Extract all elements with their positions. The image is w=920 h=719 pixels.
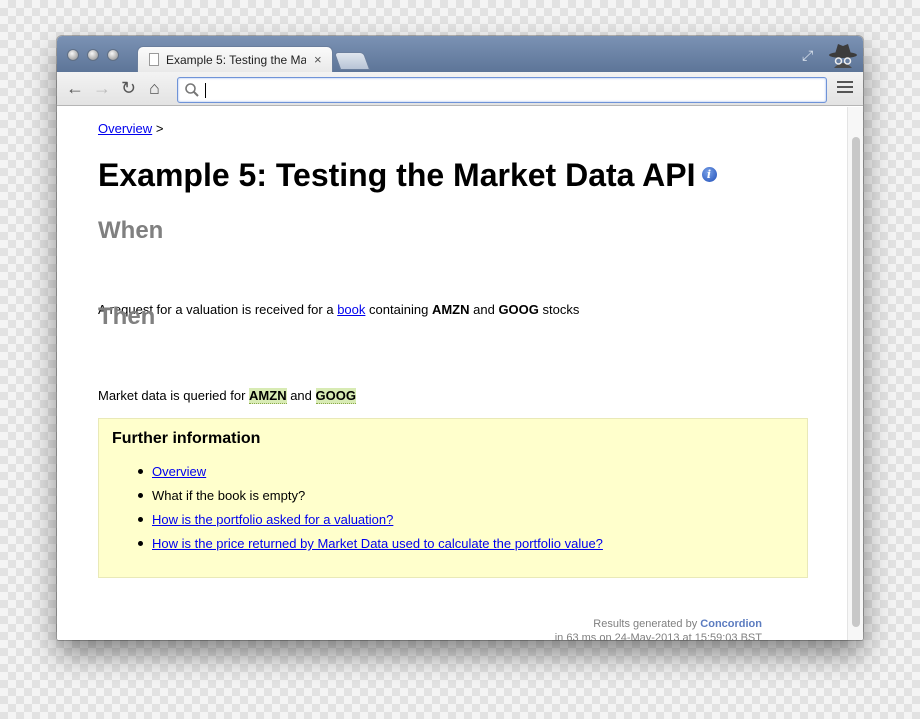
page-title: Example 5: Testing the Market Data API i	[98, 157, 717, 194]
when-paragraph: A request for a valuation is received fo…	[98, 302, 579, 317]
breadcrumb-overview-link[interactable]: Overview	[98, 121, 152, 136]
back-icon[interactable]: ←	[66, 78, 84, 98]
address-bar[interactable]	[177, 77, 827, 103]
then-text: Market data is queried for	[98, 388, 246, 403]
address-input[interactable]	[204, 81, 804, 99]
book-link[interactable]: book	[337, 302, 365, 317]
further-link-valuation[interactable]: How is the portfolio asked for a valuati…	[152, 512, 393, 527]
list-item: What if the book is empty?	[138, 488, 603, 512]
stock-symbol: AMZN	[431, 302, 470, 317]
home-icon[interactable]: ⌂	[149, 78, 160, 98]
when-text: containing	[369, 302, 429, 317]
list-item: How is the portfolio asked for a valuati…	[138, 512, 603, 536]
breadcrumb: Overview >	[98, 121, 163, 136]
menu-icon[interactable]	[837, 81, 853, 95]
then-text: and	[290, 388, 312, 403]
further-information-box: Further information Overview What if the…	[98, 418, 808, 578]
incognito-icon	[829, 44, 857, 68]
when-heading: When	[98, 217, 164, 244]
further-information-title: Further information	[112, 430, 261, 447]
then-paragraph: Market data is queried for AMZN and GOOG	[98, 388, 356, 404]
tab-close-icon[interactable]: ×	[314, 52, 322, 67]
then-heading: Then	[98, 303, 156, 330]
info-icon[interactable]: i	[701, 167, 717, 183]
zoom-window-button[interactable]	[107, 49, 119, 61]
scrollbar-thumb[interactable]	[852, 137, 860, 627]
page-icon	[149, 53, 159, 66]
title-bar: Example 5: Testing the Market Data API ×…	[57, 36, 863, 72]
list-item: How is the price returned by Market Data…	[138, 536, 603, 560]
footer: Results generated by Concordion in 63 ms…	[555, 617, 762, 640]
page-viewport: Overview > Example 5: Testing the Market…	[57, 107, 863, 640]
concordion-link[interactable]: Concordion	[700, 618, 762, 630]
new-tab-button[interactable]	[333, 52, 371, 70]
close-window-button[interactable]	[67, 49, 79, 61]
assertion-highlight: AMZN	[249, 388, 287, 404]
minimize-window-button[interactable]	[87, 49, 99, 61]
footer-text: Results generated by	[593, 618, 698, 630]
assertion-highlight: GOOG	[315, 388, 356, 404]
tab-title: Example 5: Testing the Market Data API	[166, 53, 306, 67]
further-item-text: What if the book is empty?	[152, 488, 306, 503]
further-information-list: Overview What if the book is empty? How …	[138, 464, 603, 560]
footer-line-2: in 63 ms on 24-May-2013 at 15:59:03 BST	[554, 632, 762, 640]
list-item: Overview	[138, 464, 603, 488]
stock-symbol: GOOG	[498, 302, 539, 317]
further-link-price[interactable]: How is the price returned by Market Data…	[152, 536, 603, 551]
browser-window: Example 5: Testing the Market Data API ×…	[57, 36, 863, 640]
forward-icon[interactable]: →	[93, 78, 111, 98]
when-text: stocks	[542, 302, 580, 317]
when-text: and	[473, 302, 495, 317]
footer-line-1: Results generated by Concordion	[555, 617, 762, 631]
fullscreen-icon[interactable]: ⤢	[802, 47, 813, 64]
browser-tab[interactable]: Example 5: Testing the Market Data API ×	[137, 46, 333, 72]
search-icon	[185, 83, 199, 97]
page-title-text: Example 5: Testing the Market Data API	[98, 157, 696, 193]
browser-toolbar: ← → ↻ ⌂	[57, 72, 863, 106]
text-caret	[205, 83, 206, 98]
further-link-overview[interactable]: Overview	[152, 464, 206, 479]
breadcrumb-separator: >	[155, 121, 164, 136]
vertical-scrollbar[interactable]	[847, 107, 863, 640]
reload-icon[interactable]: ↻	[121, 78, 136, 98]
